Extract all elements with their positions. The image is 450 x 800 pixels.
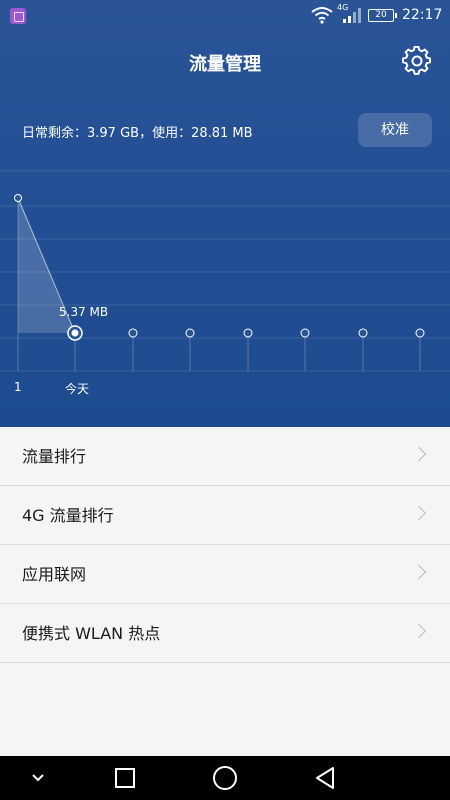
- wifi-icon: [311, 7, 333, 24]
- chevron-right-icon: [411, 446, 427, 462]
- page-title: 流量管理: [189, 54, 261, 75]
- usage-chart: [0, 170, 450, 372]
- chart-point: [415, 328, 425, 338]
- daily-usage-summary: 日常剩余：3.97 GB，使用：28.81 MB: [22, 126, 253, 141]
- list-item-4g-traffic-ranking[interactable]: 4G 流量排行: [0, 486, 450, 545]
- status-bar: 4G 20 22:17: [0, 0, 450, 32]
- calibrate-button[interactable]: 校准: [358, 113, 432, 147]
- navigation-bar: [0, 756, 450, 800]
- list-item-label: 4G 流量排行: [22, 506, 114, 525]
- chart-future-points: [128, 328, 425, 338]
- chart-x-label-first: 1: [14, 380, 22, 394]
- chart-point-first: [14, 194, 22, 202]
- chart-peak-label: 5.37 MB: [59, 305, 109, 319]
- recent-apps-icon[interactable]: [95, 756, 155, 800]
- hide-nav-icon[interactable]: [8, 756, 68, 800]
- signal-icon: [343, 8, 361, 23]
- header-panel: 4G 20 22:17 流量管理 日常剩余：3.97 GB，使用：28.81 M…: [0, 0, 450, 427]
- chart-point: [358, 328, 368, 338]
- status-time: 22:17: [402, 7, 443, 23]
- list-item-label: 应用联网: [22, 565, 87, 584]
- chevron-right-icon: [411, 623, 427, 639]
- chart-gridlines: [0, 170, 450, 372]
- chevron-right-icon: [411, 505, 427, 521]
- list-item-label: 便携式 WLAN 热点: [22, 624, 161, 643]
- chart-point: [300, 328, 310, 338]
- gallery-notification-icon: [10, 8, 26, 24]
- chart-point-today-core: [71, 329, 79, 337]
- list-item-portable-hotspot[interactable]: 便携式 WLAN 热点: [0, 604, 450, 663]
- chart-point: [185, 328, 195, 338]
- menu-list: 流量排行 4G 流量排行 应用联网 便携式 WLAN 热点: [0, 427, 450, 663]
- list-item-app-networking[interactable]: 应用联网: [0, 545, 450, 604]
- battery-indicator: 20: [368, 9, 397, 22]
- chart-point: [243, 328, 253, 338]
- list-item-label: 流量排行: [22, 447, 87, 466]
- chart-x-label-today: 今天: [65, 382, 90, 396]
- chart-vertical-lines: [17, 198, 421, 371]
- chevron-right-icon: [411, 564, 427, 580]
- back-icon[interactable]: [295, 756, 355, 800]
- gear-icon[interactable]: [402, 46, 432, 76]
- list-item-traffic-ranking[interactable]: 流量排行: [0, 427, 450, 486]
- home-icon[interactable]: [195, 756, 255, 800]
- chart-point: [128, 328, 138, 338]
